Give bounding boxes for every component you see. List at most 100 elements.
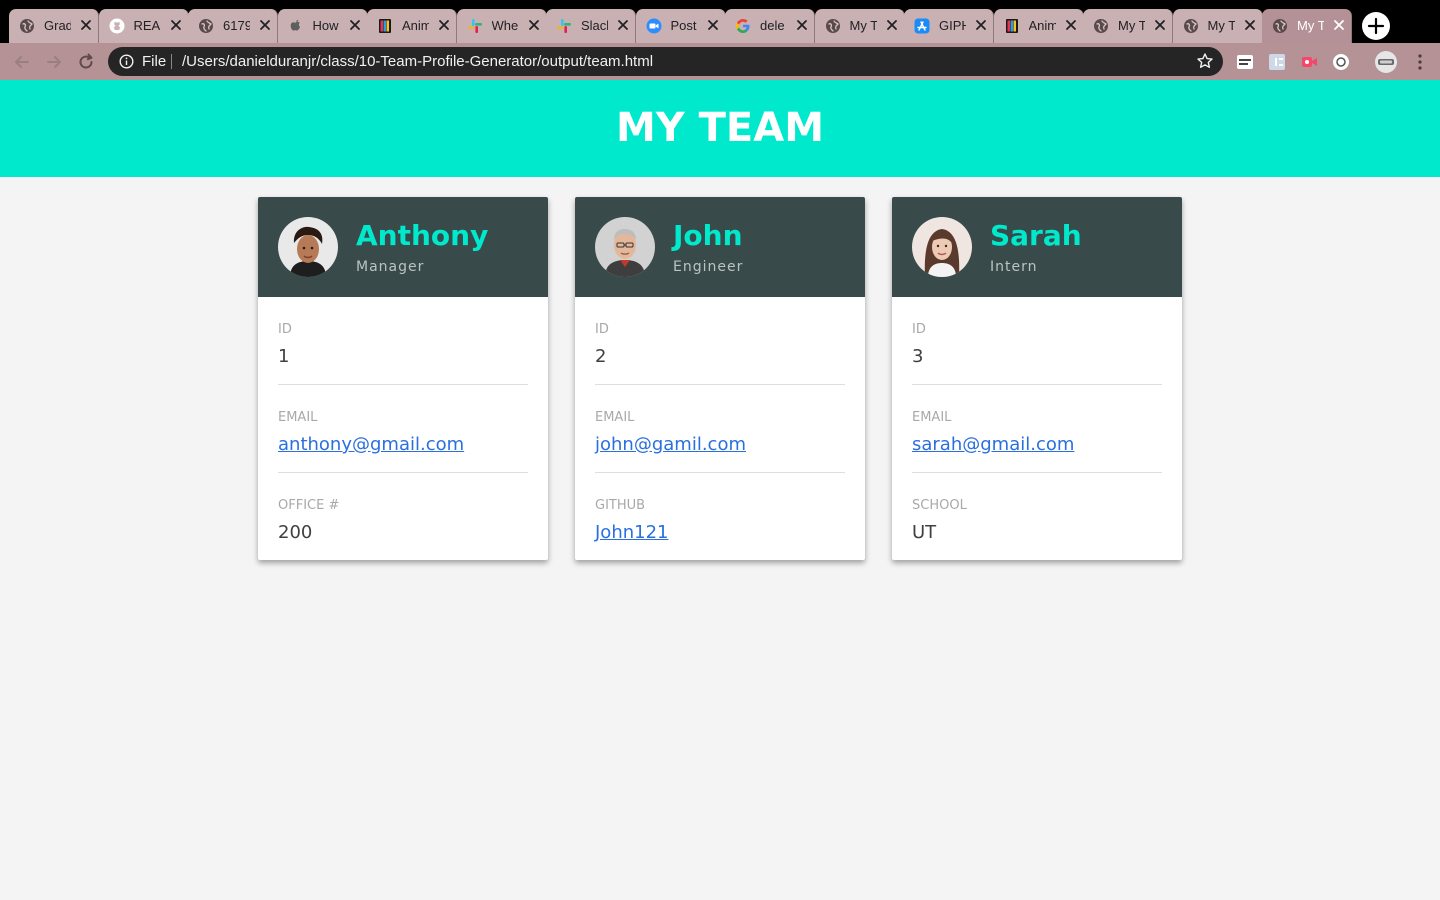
field-value: 2 <box>595 346 607 367</box>
tab-title: My T <box>1207 18 1235 33</box>
close-icon[interactable] <box>437 17 451 33</box>
browser-tab[interactable]: Anim <box>993 9 1084 43</box>
back-button[interactable] <box>12 52 32 72</box>
browser-tab[interactable]: dele <box>725 9 815 43</box>
close-icon[interactable] <box>706 17 720 33</box>
new-tab-button[interactable] <box>1362 12 1390 40</box>
book-icon <box>1004 18 1020 34</box>
info-field: ID 3 <box>912 322 1162 367</box>
close-icon[interactable] <box>348 17 362 33</box>
browser-tab[interactable]: How <box>277 9 368 43</box>
reload-button[interactable] <box>76 52 96 72</box>
browser-tab[interactable]: 6179 <box>188 9 278 43</box>
field-value: UT <box>912 522 937 543</box>
close-icon[interactable] <box>1332 17 1346 33</box>
extension-js[interactable] <box>1267 52 1287 72</box>
info-field: GITHUB John121 <box>595 498 845 543</box>
close-icon[interactable] <box>974 17 988 33</box>
amz-extension-icon <box>1237 55 1253 69</box>
field-label: GITHUB <box>595 498 646 513</box>
field-value: 200 <box>278 522 313 543</box>
card-header: Anthony Manager <box>258 197 548 297</box>
field-divider <box>912 472 1162 473</box>
close-icon[interactable] <box>1064 17 1078 33</box>
reload-icon <box>79 53 93 69</box>
tab-title: Post <box>670 18 697 33</box>
browser-tab[interactable]: Whe <box>456 9 547 43</box>
browser-tab[interactable]: My T <box>1262 9 1352 43</box>
browser-tab[interactable]: My T <box>1172 9 1263 43</box>
tab-title: Whe <box>491 18 519 33</box>
tab-title: My T <box>1297 18 1324 33</box>
john-avatar <box>595 217 655 277</box>
circle-extension-icon <box>1333 54 1349 70</box>
field-label: SCHOOL <box>912 498 967 513</box>
field-link[interactable]: John121 <box>595 522 845 543</box>
card-header: John Engineer <box>575 197 865 297</box>
extension-circle[interactable] <box>1331 52 1351 72</box>
employee-role: Manager <box>356 259 425 275</box>
field-divider <box>278 384 528 385</box>
close-icon[interactable] <box>258 17 272 33</box>
field-value: 3 <box>912 346 924 367</box>
close-icon[interactable] <box>79 17 93 33</box>
close-icon[interactable] <box>1153 17 1167 33</box>
field-link[interactable]: sarah@gmail.com <box>912 434 1162 455</box>
address-bar[interactable]: File /Users/danielduranjr/class/10-Team-… <box>108 47 1223 76</box>
employee-role: Intern <box>990 259 1038 275</box>
close-icon[interactable] <box>795 17 809 33</box>
browser-tab[interactable]: My T <box>1083 9 1173 43</box>
zoom-icon <box>646 18 662 34</box>
globe-icon <box>1272 18 1288 34</box>
employee-card: Anthony Manager ID 1 EMAIL anthony@gmail.com O… <box>258 197 548 560</box>
browser-tab[interactable]: Grad <box>9 9 99 43</box>
page-banner: MY TEAM <box>0 80 1440 177</box>
extension-amz[interactable] <box>1235 52 1255 72</box>
globe-icon <box>1183 18 1199 34</box>
field-label: ID <box>912 322 926 337</box>
browser-tab[interactable]: GIPH <box>904 9 994 43</box>
close-icon[interactable] <box>1243 17 1257 33</box>
page-content: MY TEAM Anthony Manager ID 1 EMAIL anthony@gm… <box>0 80 1440 900</box>
field-value: 1 <box>278 346 290 367</box>
field-link[interactable]: anthony@gmail.com <box>278 434 528 455</box>
field-link[interactable]: john@gamil.com <box>595 434 845 455</box>
close-icon[interactable] <box>885 17 899 33</box>
browser-tab[interactable]: Post <box>635 9 726 43</box>
forward-button[interactable] <box>44 52 64 72</box>
anthony-avatar <box>278 217 338 277</box>
tab-title: How <box>312 18 339 33</box>
slack-icon <box>467 18 483 34</box>
browser-tab[interactable]: Anim <box>367 9 457 43</box>
js-extension-icon <box>1269 54 1285 70</box>
info-icon[interactable] <box>119 54 134 69</box>
tab-title: 6179 <box>223 18 250 33</box>
field-divider <box>595 472 845 473</box>
field-divider <box>278 472 528 473</box>
tab-title: My T <box>849 18 877 33</box>
close-icon[interactable] <box>169 17 183 33</box>
field-label: EMAIL <box>278 410 318 425</box>
tab-title: Slack <box>581 18 608 33</box>
browser-tab[interactable]: My T <box>814 9 905 43</box>
slack-icon <box>556 18 572 34</box>
close-icon[interactable] <box>527 17 541 33</box>
close-icon[interactable] <box>616 17 630 33</box>
page-title: MY TEAM <box>615 105 825 151</box>
profile-avatar-icon <box>1375 51 1397 73</box>
field-label: EMAIL <box>595 410 635 425</box>
browser-menu-button[interactable] <box>1410 52 1430 72</box>
apple-icon <box>288 18 304 34</box>
url-text[interactable]: /Users/danielduranjr/class/10-Team-Profi… <box>182 53 653 70</box>
browser-tab[interactable]: REAI <box>98 9 189 43</box>
bookmark-star-icon[interactable] <box>1196 52 1214 70</box>
kebab-menu-icon <box>1418 54 1422 70</box>
info-field: ID 2 <box>595 322 845 367</box>
info-field: EMAIL sarah@gmail.com <box>912 410 1162 455</box>
browser-tab[interactable]: Slack <box>546 9 636 43</box>
field-label: EMAIL <box>912 410 952 425</box>
info-field: ID 1 <box>278 322 528 367</box>
book-icon <box>377 18 393 34</box>
extension-record[interactable] <box>1299 52 1319 72</box>
profile-button[interactable] <box>1374 50 1398 74</box>
